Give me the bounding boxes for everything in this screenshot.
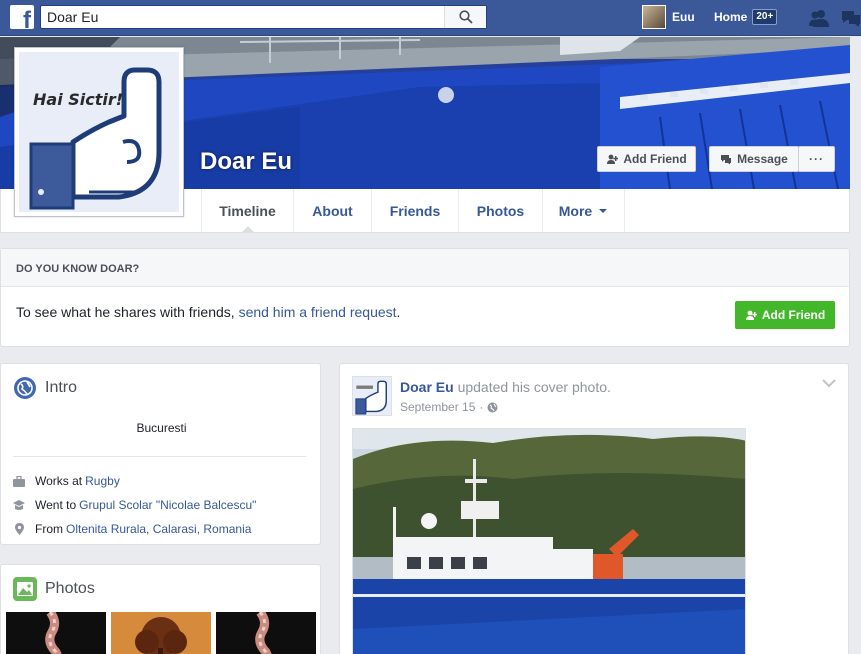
chevron-down-icon[interactable] [822,378,836,388]
intro-work-prefix: Works at [35,474,83,488]
post-avatar-image [353,377,391,415]
do-you-know-period: . [396,304,401,320]
school-icon [13,499,25,511]
do-you-know-text: To see what he shares with friends, [16,304,239,320]
do-you-know-heading: DO YOU KNOW DOAR? [1,249,849,287]
intro-school-prefix: Went to [35,498,77,512]
timeline-post: Doar Eu updated his cover photo. Septemb… [339,363,849,654]
messages-icon[interactable] [840,8,861,28]
photos-icon [13,577,37,601]
post-author-link[interactable]: Doar Eu [400,379,454,395]
intro-from-prefix: From [35,522,63,536]
intro-work-link[interactable]: Rugby [85,474,120,488]
tab-more-label: More [558,202,593,219]
rope-image [6,612,106,654]
intro-school-row: Went to Grupul Scolar "Nicolae Balcescu" [13,498,256,512]
intro-divider [13,456,306,457]
photos-header: Photos [13,577,95,601]
globe-privacy-icon[interactable] [487,402,498,413]
send-friend-request-link[interactable]: send him a friend request [239,304,397,320]
profile-picture-caption: Hai Sictir! [33,90,124,109]
active-tab-indicator [240,226,255,233]
add-friend-green-label: Add Friend [761,308,826,322]
nav-home-link[interactable]: Home 20+ [714,9,778,25]
intro-from-row: From Oltenita Rurala, Calarasi, Romania [13,522,251,536]
photo-thumbnail[interactable] [111,612,211,654]
profile-picture-image: Hai Sictir! [19,52,179,212]
intro-city: Bucuresti [136,421,187,435]
intro-school-link[interactable]: Grupul Scolar "Nicolae Balcescu" [79,498,256,512]
globe-icon [14,377,36,399]
intro-header: Intro [13,376,77,400]
add-friend-icon [745,310,757,320]
search-input[interactable] [41,6,441,28]
add-friend-label: Add Friend [623,152,687,166]
location-pin-icon [13,523,25,535]
tab-photos[interactable]: Photos [458,189,542,232]
facebook-logo-letter: f [23,7,31,30]
tree-image [111,612,211,654]
message-button[interactable]: Message [709,146,799,172]
post-photo[interactable] [352,428,746,654]
tab-more[interactable]: More [542,189,625,232]
search-icon [458,10,473,24]
tab-timeline-label: Timeline [219,202,276,219]
tab-about-label: About [312,202,353,219]
post-header-text: Doar Eu updated his cover photo. [400,379,611,395]
post-date[interactable]: September 15 [400,400,475,414]
do-you-know-card: DO YOU KNOW DOAR? To see what he shares … [0,248,850,347]
tab-friends-label: Friends [389,202,441,219]
ship-photo [353,429,745,654]
photos-title: Photos [45,580,95,597]
message-icon [721,155,732,165]
chevron-down-icon [599,208,608,213]
more-options-button[interactable]: ··· [798,146,835,172]
photos-card: Photos [0,564,321,654]
facebook-logo[interactable]: f [10,5,34,29]
briefcase-icon [13,475,25,487]
post-meta-separator: · [479,400,484,414]
intro-from-link[interactable]: Oltenita Rurala, Calarasi, Romania [66,522,251,536]
photo-thumbnail[interactable] [216,612,316,654]
intro-title: Intro [45,379,78,396]
intro-work-row: Works at Rugby [13,474,120,488]
add-friend-button[interactable]: Add Friend [597,146,696,172]
add-friend-icon [607,154,619,164]
profile-picture[interactable]: Hai Sictir! [14,47,184,217]
post-author-avatar[interactable] [352,376,392,416]
post-meta: September 15 · [400,400,498,414]
tab-about[interactable]: About [293,189,371,232]
tab-photos-label: Photos [476,202,525,219]
post-action-text: updated his cover photo. [453,379,611,395]
friend-requests-icon[interactable] [808,8,830,28]
nav-home-label: Home [714,10,748,24]
profile-name: Doar Eu [200,148,293,175]
photo-thumbnail[interactable] [6,612,106,654]
top-navigation-bar: f Euu Home 20+ [0,0,861,36]
intro-card: Intro Bucuresti Works at Rugby Went to Gru… [0,363,321,545]
do-you-know-body: To see what he shares with friends, send… [1,287,849,347]
rope-image [216,612,316,654]
nav-user-name: Euu [672,10,695,24]
tab-timeline[interactable]: Timeline [201,189,293,233]
more-options-dots: ··· [809,152,824,166]
nav-avatar [642,5,666,29]
search-button[interactable] [444,6,486,28]
home-badge: 20+ [752,9,778,25]
nav-profile-link[interactable]: Euu [642,5,695,29]
add-friend-green-button[interactable]: Add Friend [735,301,835,329]
message-label: Message [737,152,788,166]
thumbs-gesture-image [19,52,179,212]
tab-friends[interactable]: Friends [371,189,458,232]
search-box [40,5,487,29]
